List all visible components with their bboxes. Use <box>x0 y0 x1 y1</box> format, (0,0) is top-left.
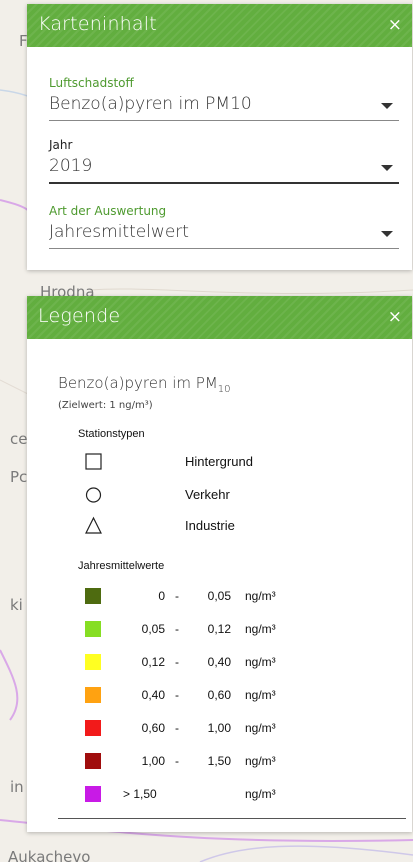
class-dash: - <box>175 721 179 735</box>
chevron-down-icon[interactable] <box>381 103 393 109</box>
class-dash: - <box>175 754 179 768</box>
class-unit: ng/m³ <box>245 589 276 603</box>
legend-panel: Legende × Benzo(a)pyren im PM10 (Zielwer… <box>27 296 412 832</box>
station-type-row: Verkehr <box>83 484 283 506</box>
map-label-fragment: ki <box>10 596 23 614</box>
pollutant-value: Benzo(a)pyren im PM10 <box>49 94 252 114</box>
station-types-heading: Stationstypen <box>78 428 145 440</box>
class-dash: - <box>175 688 179 702</box>
class-to: 0,05 <box>207 589 231 603</box>
station-type-label: Verkehr <box>185 487 230 502</box>
square-icon <box>85 453 102 470</box>
station-type-label: Hintergrund <box>185 454 253 469</box>
legend-header: Legende × <box>27 296 412 339</box>
color-swatch <box>85 654 101 670</box>
triangle-icon <box>85 516 102 534</box>
year-select[interactable]: 2019 <box>49 152 399 184</box>
class-from: 1,00 <box>141 754 165 768</box>
class-dash: - <box>175 622 179 636</box>
pollutant-label: Luftschadstoff <box>49 76 134 90</box>
target-value-note: (Zielwert: 1 ng/m³) <box>58 400 153 411</box>
station-type-label: Industrie <box>185 518 235 533</box>
annual-means-heading: Jahresmittelwerte <box>78 560 165 572</box>
class-row: 1,00- 1,50 ng/m³ <box>83 752 343 770</box>
legend-title: Legende <box>38 305 121 327</box>
class-to: 1,00 <box>207 721 231 735</box>
evaluation-label: Art der Auswertung <box>49 204 167 218</box>
color-swatch <box>85 687 101 703</box>
class-to: 0,60 <box>207 688 231 702</box>
color-swatch <box>85 720 101 736</box>
class-unit: ng/m³ <box>245 688 276 702</box>
class-to: 1,50 <box>207 754 231 768</box>
map-label-fragment: Pc <box>10 468 28 486</box>
station-type-row: Industrie <box>83 515 283 537</box>
map-label-fragment: ce <box>10 430 28 448</box>
class-row: 0- 0,05 ng/m³ <box>83 587 343 605</box>
evaluation-field: Art der Auswertung Jahresmittelwert <box>49 204 399 249</box>
map-label-fragment: in <box>10 778 24 796</box>
class-row: 0,60- 1,00 ng/m³ <box>83 719 343 737</box>
class-to: 0,40 <box>207 655 231 669</box>
legend-pollutant-title: Benzo(a)pyren im PM10 <box>58 374 231 395</box>
class-from: 0,60 <box>141 721 165 735</box>
map-content-title: Karteninhalt <box>38 13 157 35</box>
color-swatch <box>85 621 101 637</box>
class-threshold: > 1,50 <box>123 787 157 801</box>
color-swatch <box>85 588 101 604</box>
legend-divider <box>58 818 406 819</box>
map-content-panel: Karteninhalt × Luftschadstoff Benzo(a)py… <box>27 4 412 270</box>
class-row: 0,05- 0,12 ng/m³ <box>83 620 343 638</box>
evaluation-value: Jahresmittelwert <box>49 222 189 242</box>
year-field: Jahr 2019 <box>49 138 399 184</box>
class-unit: ng/m³ <box>245 787 276 801</box>
station-type-row: Hintergrund <box>83 451 283 473</box>
pollutant-select[interactable]: Benzo(a)pyren im PM10 <box>49 90 399 121</box>
close-icon[interactable]: × <box>388 309 402 326</box>
class-unit: ng/m³ <box>245 754 276 768</box>
color-swatch <box>85 786 101 802</box>
class-dash: - <box>175 655 179 669</box>
pollutant-field: Luftschadstoff Benzo(a)pyren im PM10 <box>49 76 399 121</box>
class-from: 0,40 <box>141 688 165 702</box>
class-dash: - <box>175 589 179 603</box>
year-label: Jahr <box>49 138 73 152</box>
color-swatch <box>85 753 101 769</box>
class-from: 0,05 <box>141 622 165 636</box>
chevron-down-icon[interactable] <box>381 165 393 171</box>
year-value: 2019 <box>49 156 93 176</box>
pollutant-name: Benzo(a)pyren im PM <box>58 374 218 392</box>
class-from: 0,12 <box>141 655 165 669</box>
circle-icon <box>85 487 102 503</box>
map-content-header: Karteninhalt × <box>27 4 412 47</box>
map-label-aukachevo: Aukachevo <box>8 848 91 862</box>
close-icon[interactable]: × <box>388 17 402 34</box>
class-row-last: > 1,50 ng/m³ <box>83 785 343 803</box>
class-row: 0,40- 0,60 ng/m³ <box>83 686 343 704</box>
class-row: 0,12- 0,40 ng/m³ <box>83 653 343 671</box>
evaluation-select[interactable]: Jahresmittelwert <box>49 218 399 249</box>
class-to: 0,12 <box>207 622 231 636</box>
class-from: 0 <box>158 589 165 603</box>
class-unit: ng/m³ <box>245 721 276 735</box>
pollutant-subscript: 10 <box>217 384 231 395</box>
class-unit: ng/m³ <box>245 655 276 669</box>
chevron-down-icon[interactable] <box>381 231 393 237</box>
class-unit: ng/m³ <box>245 622 276 636</box>
